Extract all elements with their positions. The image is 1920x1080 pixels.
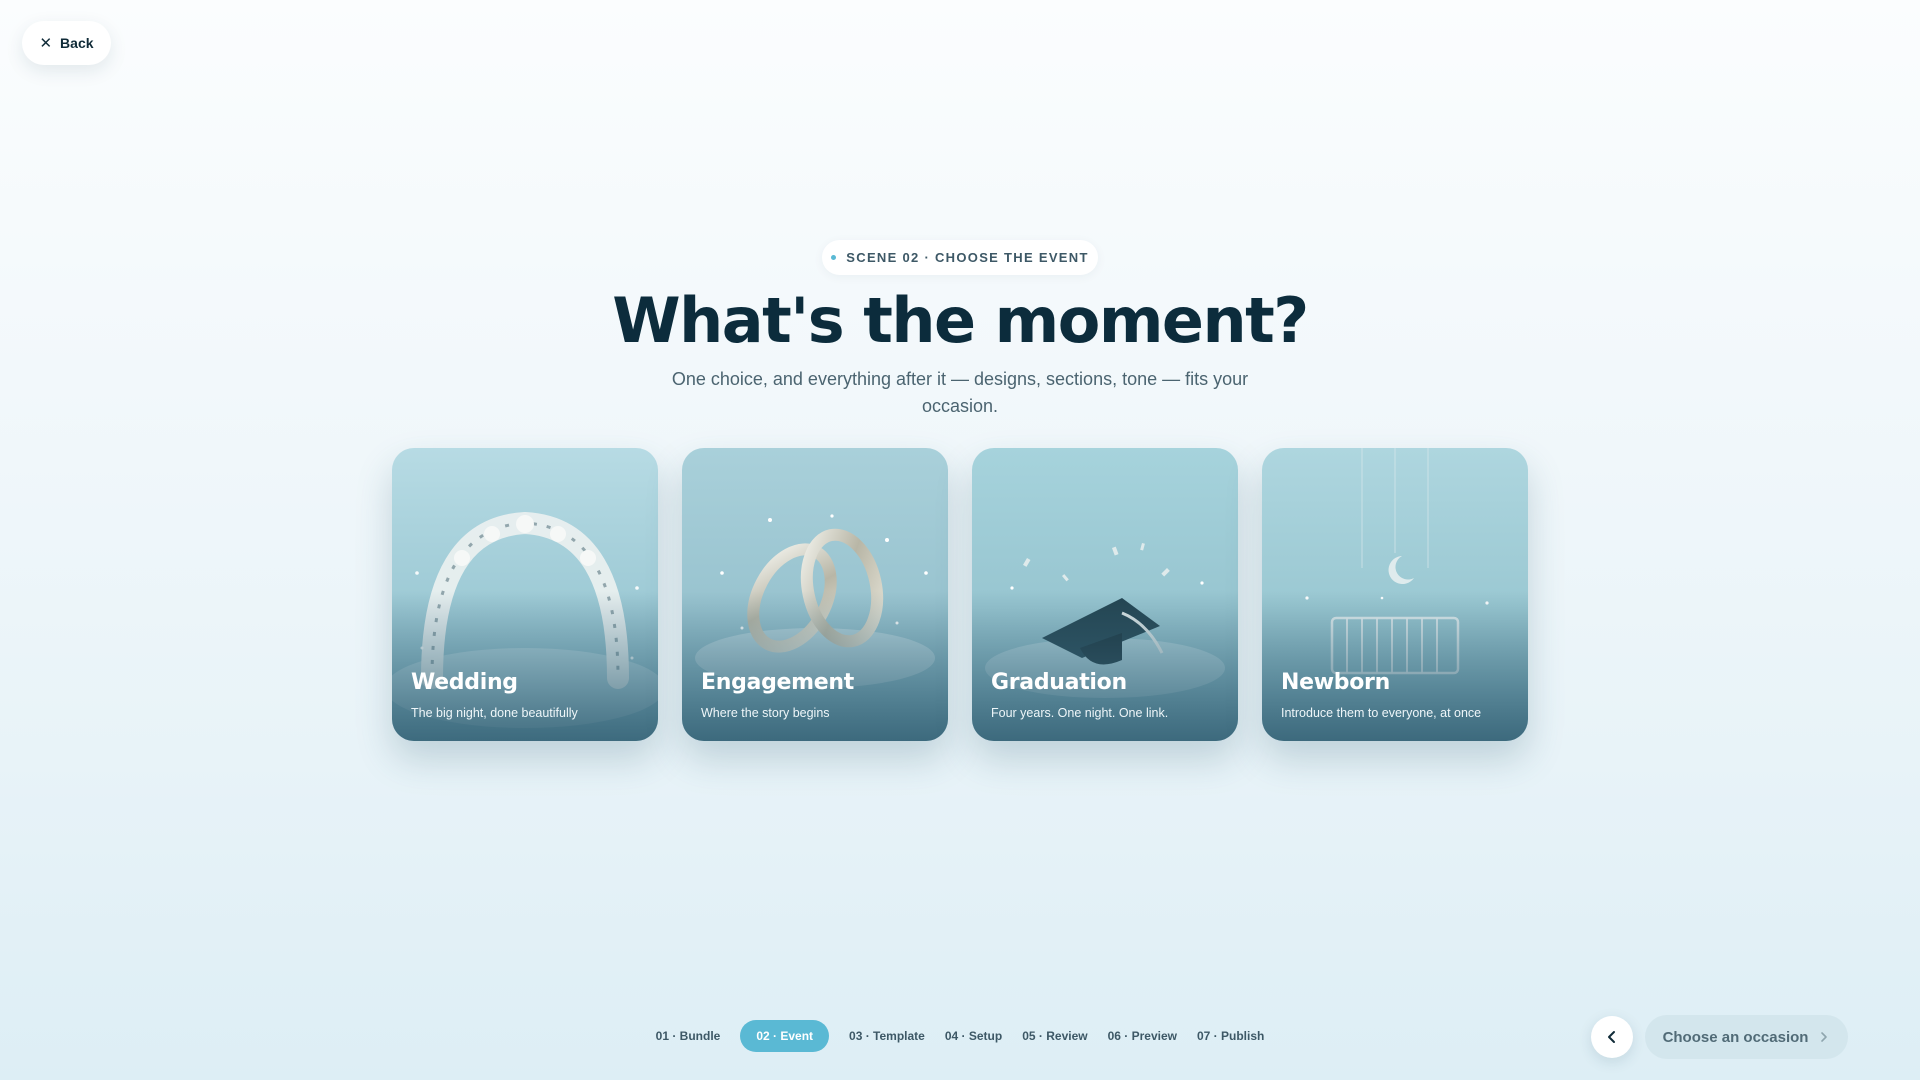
event-title: Engagement bbox=[701, 670, 854, 695]
step-bundle[interactable]: 01 · Bundle bbox=[646, 1020, 731, 1052]
event-description: Four years. One night. One link. bbox=[991, 706, 1169, 720]
close-icon: ✕ bbox=[39, 35, 53, 52]
event-card-engagement[interactable]: Engagement Where the story begins bbox=[682, 448, 948, 741]
page-title: What's the moment? bbox=[612, 284, 1309, 357]
previous-button[interactable] bbox=[1591, 1016, 1633, 1058]
chevron-right-icon bbox=[1821, 1032, 1828, 1042]
event-title: Wedding bbox=[411, 670, 518, 695]
step-template[interactable]: 03 · Template bbox=[839, 1020, 935, 1052]
event-title: Newborn bbox=[1281, 670, 1390, 695]
next-label: Choose an occasion bbox=[1662, 1028, 1809, 1046]
scene-eyebrow: SCENE 02 · CHOOSE THE EVENT bbox=[822, 240, 1098, 275]
step-preview[interactable]: 06 · Preview bbox=[1098, 1020, 1187, 1052]
event-description: Introduce them to everyone, at once bbox=[1281, 706, 1482, 720]
chevron-left-icon bbox=[1608, 1031, 1615, 1043]
dot-icon bbox=[831, 255, 837, 260]
event-description: The big night, done beautifully bbox=[411, 706, 578, 720]
event-title: Graduation bbox=[991, 670, 1127, 695]
event-card-newborn[interactable]: Newborn Introduce them to everyone, at o… bbox=[1262, 448, 1528, 741]
event-card-wedding[interactable]: Wedding The big night, done beautifully bbox=[392, 448, 658, 741]
event-cards: Wedding The big night, done beautifully bbox=[392, 448, 1528, 741]
back-label: Back bbox=[60, 35, 94, 51]
eyebrow-text: SCENE 02 · CHOOSE THE EVENT bbox=[846, 250, 1089, 265]
step-review[interactable]: 05 · Review bbox=[1012, 1020, 1097, 1052]
event-description: Where the story begins bbox=[701, 706, 830, 720]
back-button[interactable]: ✕ Back bbox=[22, 21, 111, 65]
step-event[interactable]: 02 · Event bbox=[740, 1020, 830, 1052]
event-card-graduation[interactable]: Graduation Four years. One night. One li… bbox=[972, 448, 1238, 741]
step-publish[interactable]: 07 · Publish bbox=[1187, 1020, 1274, 1052]
choose-occasion-button[interactable]: Choose an occasion bbox=[1645, 1015, 1848, 1059]
step-setup[interactable]: 04 · Setup bbox=[935, 1020, 1012, 1052]
page-subtitle: One choice, and everything after it — de… bbox=[671, 369, 1249, 416]
